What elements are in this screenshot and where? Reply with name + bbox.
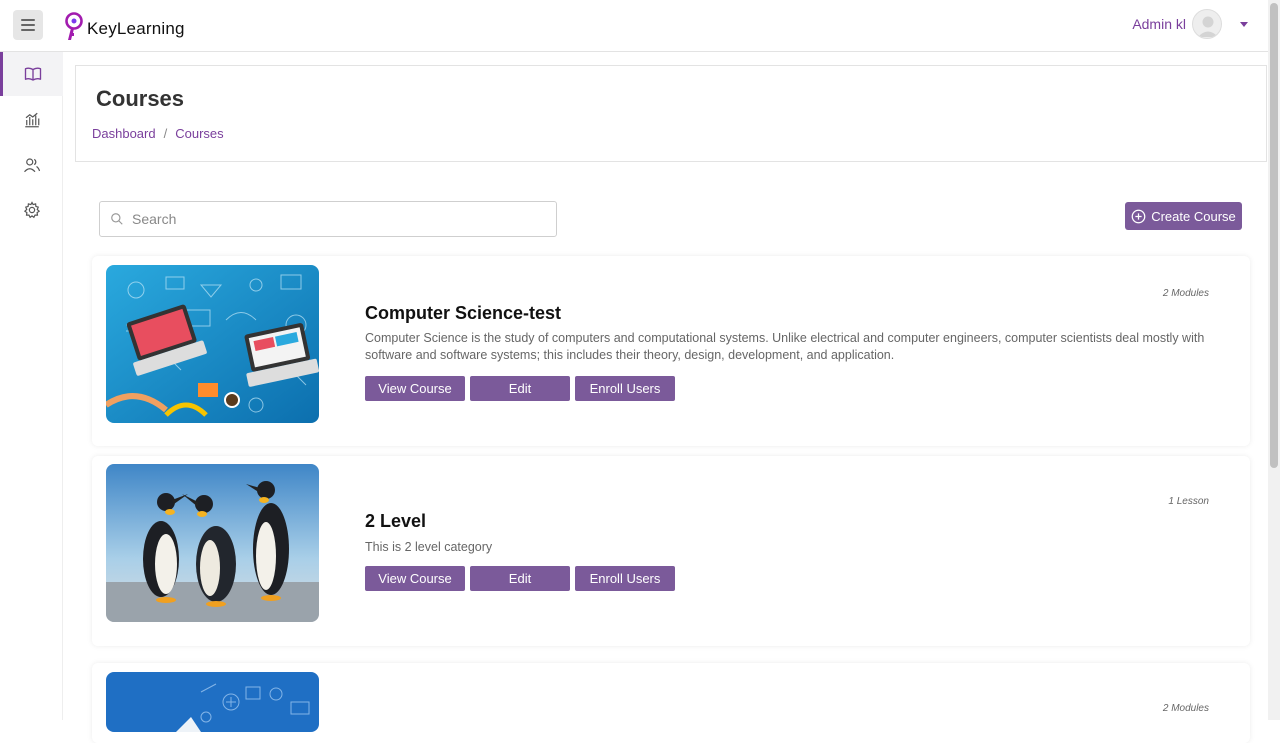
search-box[interactable] bbox=[99, 201, 557, 237]
page-header: Courses Dashboard / Courses bbox=[75, 65, 1267, 162]
book-icon bbox=[24, 67, 42, 81]
enroll-users-button[interactable]: Enroll Users bbox=[575, 376, 675, 401]
course-actions: View Course Edit Enroll Users bbox=[365, 376, 675, 401]
course-count: 1 Lesson bbox=[1168, 496, 1209, 507]
course-actions: View Course Edit Enroll Users bbox=[365, 566, 675, 591]
avatar[interactable] bbox=[1192, 9, 1222, 39]
course-description: This is 2 level category bbox=[365, 540, 493, 554]
course-thumbnail[interactable] bbox=[106, 464, 319, 622]
create-course-button[interactable]: Create Course bbox=[1125, 202, 1242, 230]
logo[interactable]: KeyLearning bbox=[62, 10, 185, 42]
course-title: Computer Science-test bbox=[365, 303, 562, 323]
breadcrumb: Dashboard / Courses bbox=[92, 126, 224, 141]
hamburger-menu-button[interactable] bbox=[13, 10, 43, 40]
course-description: Computer Science is the study of compute… bbox=[365, 331, 1205, 362]
top-bar: KeyLearning Admin kl bbox=[0, 0, 1268, 52]
chevron-down-icon[interactable] bbox=[1240, 21, 1248, 27]
breadcrumb-dashboard-link[interactable]: Dashboard bbox=[92, 126, 156, 141]
search-icon bbox=[111, 213, 123, 225]
menu-bar bbox=[21, 29, 35, 31]
logo-text: KeyLearning bbox=[87, 19, 185, 38]
view-course-button[interactable]: View Course bbox=[365, 376, 465, 401]
gear-icon bbox=[23, 201, 40, 219]
course-count: 2 Modules bbox=[1162, 288, 1209, 299]
sidebar bbox=[0, 52, 63, 720]
user-menu[interactable]: Admin kl bbox=[1132, 9, 1248, 39]
enroll-users-button[interactable]: Enroll Users bbox=[575, 566, 675, 591]
page-title: Courses bbox=[96, 86, 185, 111]
user-name: Admin kl bbox=[1132, 16, 1186, 32]
chart-icon bbox=[24, 112, 39, 128]
course-title: 2 Level bbox=[365, 511, 427, 531]
plus-circle-icon bbox=[1131, 209, 1146, 223]
course-card: 2 Modules Computer Science-test Computer… bbox=[92, 256, 1250, 446]
scrollbar[interactable] bbox=[1268, 0, 1280, 720]
search-input[interactable] bbox=[132, 211, 532, 227]
course-card: 1 Lesson 2 Level This is 2 level categor… bbox=[92, 456, 1250, 646]
sidebar-item-settings[interactable] bbox=[0, 188, 63, 232]
create-course-label: Create Course bbox=[1151, 208, 1236, 224]
breadcrumb-courses-link[interactable]: Courses bbox=[175, 126, 223, 141]
course-count: 2 Modules bbox=[1162, 703, 1209, 714]
sidebar-item-users[interactable] bbox=[0, 143, 63, 187]
users-icon bbox=[23, 158, 40, 173]
breadcrumb-separator: / bbox=[163, 126, 168, 141]
edit-button[interactable]: Edit bbox=[470, 566, 570, 591]
sidebar-item-reports[interactable] bbox=[0, 98, 63, 142]
menu-bar bbox=[21, 19, 35, 21]
scrollbar-thumb[interactable] bbox=[1270, 3, 1278, 468]
course-card: 2 Modules bbox=[92, 663, 1250, 743]
sidebar-item-courses[interactable] bbox=[0, 52, 63, 96]
edit-button[interactable]: Edit bbox=[470, 376, 570, 401]
key-logo-icon bbox=[62, 12, 86, 42]
course-thumbnail[interactable] bbox=[106, 672, 319, 732]
menu-bar bbox=[21, 24, 35, 26]
view-course-button[interactable]: View Course bbox=[365, 566, 465, 591]
course-thumbnail[interactable] bbox=[106, 265, 319, 423]
